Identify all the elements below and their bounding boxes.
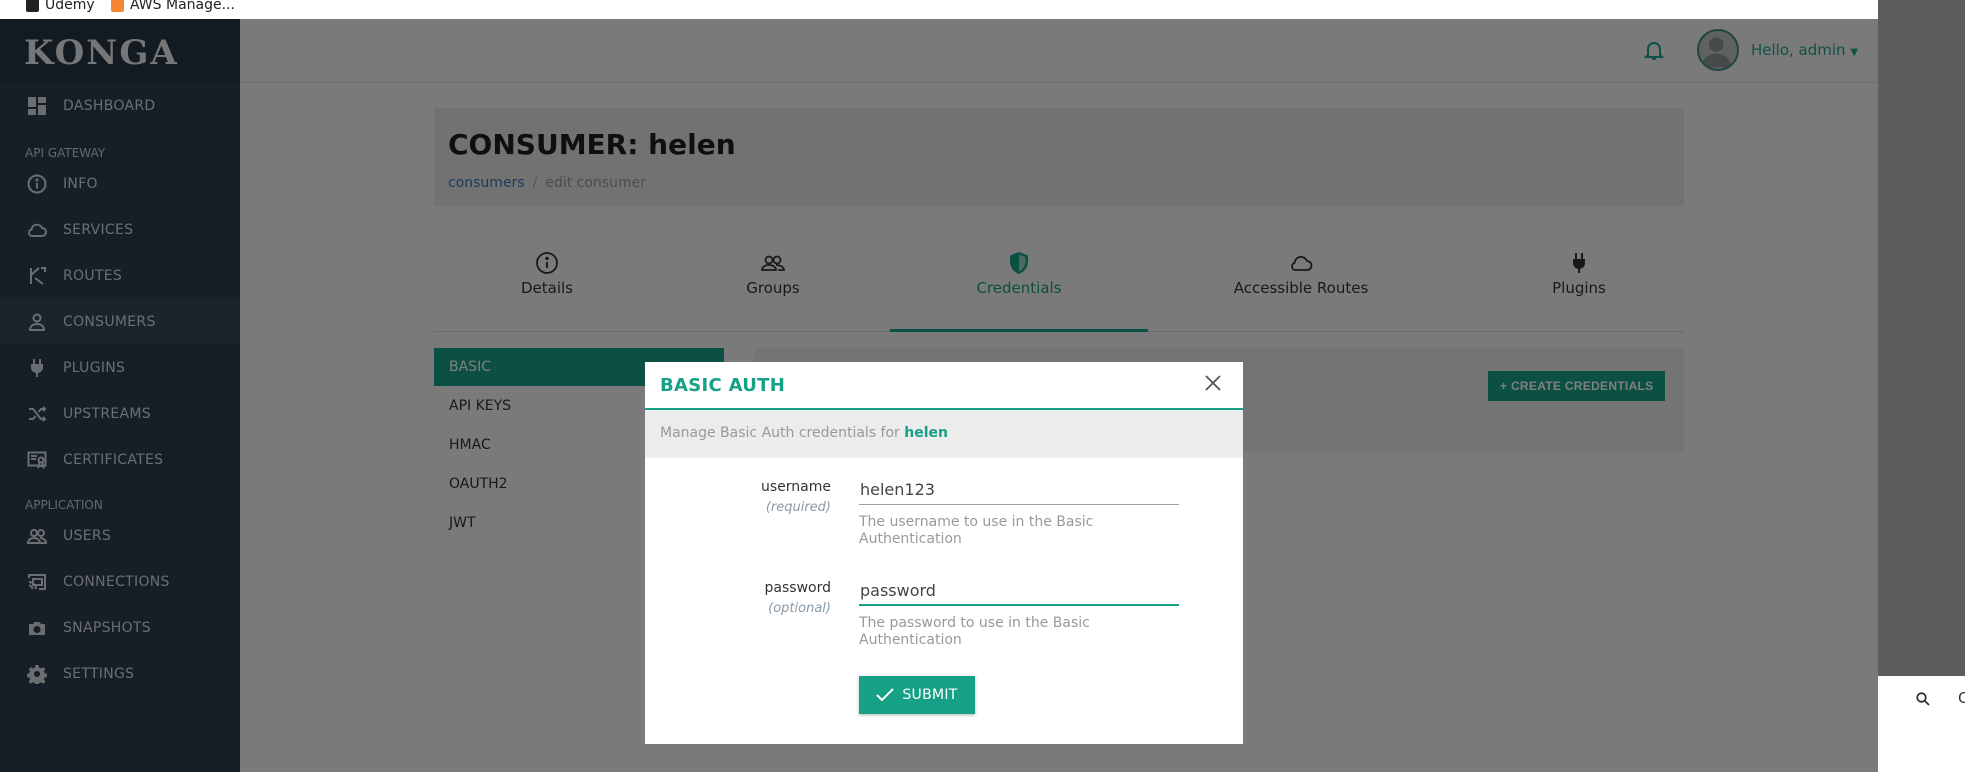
username-required-note: (required)	[765, 500, 831, 515]
modal-subtitle: Manage Basic Auth credentials for helen	[645, 410, 1243, 458]
modal-subtitle-user: helen	[904, 425, 948, 441]
username-label: username	[761, 479, 831, 495]
right-search-area: C	[1878, 676, 1965, 772]
password-optional-note: (optional)	[768, 601, 831, 616]
modal-header: BASIC AUTH	[645, 362, 1243, 410]
right-dark-panel	[1878, 0, 1965, 676]
password-input[interactable]	[859, 576, 1179, 606]
udemy-icon	[26, 0, 39, 12]
username-input[interactable]	[859, 475, 1179, 505]
close-icon[interactable]	[1201, 371, 1225, 395]
bookmarks-bar: Udemy AWS Manage...	[0, 0, 1878, 19]
password-help: The password to use in the Basic Authent…	[859, 615, 1090, 648]
right-search-text: C	[1958, 689, 1965, 707]
password-label: password	[764, 580, 831, 596]
check-icon	[876, 688, 895, 702]
search-icon[interactable]	[1916, 692, 1930, 706]
modal-title: BASIC AUTH	[660, 375, 786, 396]
aws-icon	[111, 0, 124, 12]
right-strip: C	[1878, 0, 1965, 772]
bookmark-udemy[interactable]: Udemy	[26, 0, 95, 13]
submit-button[interactable]: SUBMIT	[859, 676, 975, 714]
username-help: The username to use in the Basic Authent…	[859, 514, 1094, 547]
bookmark-aws[interactable]: AWS Manage...	[111, 0, 235, 13]
basic-auth-modal: BASIC AUTH Manage Basic Auth credentials…	[645, 362, 1243, 744]
